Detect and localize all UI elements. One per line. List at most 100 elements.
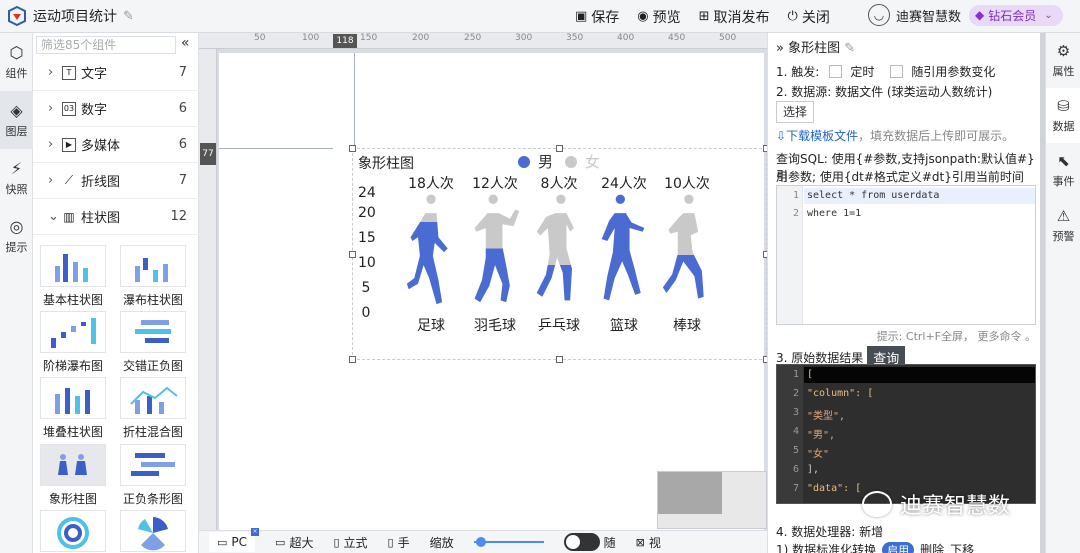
collapse-panel-icon[interactable]: « — [181, 35, 190, 51]
text-icon: T — [62, 65, 76, 80]
widget-step-waterfall[interactable] — [40, 311, 106, 353]
pictorial-bar[interactable] — [405, 194, 457, 314]
sql-help-line2: 用参数; 使用{dt#格式定义#dt}引用当前时间 — [776, 170, 1024, 184]
widget-bar-line-mix[interactable] — [120, 377, 186, 419]
widget-waterfall-bar[interactable] — [120, 245, 186, 287]
device-xl-tab[interactable]: ▭ 超大 — [275, 534, 313, 551]
device-label: PC — [231, 535, 248, 549]
alarm-icon: ⚠ — [1056, 207, 1071, 225]
zoom-slider-knob[interactable] — [475, 537, 486, 547]
device-stand-tab[interactable]: ▯ 立式 — [333, 534, 367, 551]
rail-label: 属性 — [1052, 65, 1075, 78]
left-rail: ⬡ 组件 ◈ 图层 ⚡ 快照 ◎ 提示 — [0, 33, 33, 553]
pictorial-chart-widget[interactable]: 象形柱图 男 女 24 20 15 10 5 0 18人次 足球 12人次 羽毛球 8人次 乒乓球 24… — [349, 145, 770, 363]
rail-item-properties[interactable]: ⚙ 属性 — [1046, 33, 1080, 88]
number-icon: 03 — [62, 101, 76, 116]
resize-handle[interactable] — [556, 356, 563, 363]
zoom-slider[interactable] — [473, 537, 544, 547]
close-icon[interactable]: × — [251, 528, 260, 536]
ruler-mark: 250 — [464, 33, 482, 43]
category-bar-chart[interactable]: ⌄ ▥ 柱状图 12 — [33, 199, 199, 235]
resize-handle[interactable] — [349, 251, 356, 258]
preview-button[interactable]: ◉ 预览 — [637, 7, 680, 27]
rail-label: 事件 — [1052, 175, 1075, 188]
widget-pos-neg-bar[interactable] — [120, 444, 186, 486]
line-number: 1 — [792, 190, 799, 201]
code-line: select * from userdata — [807, 190, 940, 201]
user-menu[interactable]: ◡ 迪赛智慧数 ◆ 钻石会员 ⌄ — [868, 4, 1063, 26]
zoom-label: 缩放 — [429, 535, 454, 550]
bottom-bar: ▭ PC × ▭ 超大 ▯ 立式 ▯ 手 缩放 随 ⊠ 视 — [199, 528, 767, 553]
phone-icon: ▯ — [387, 535, 394, 549]
select-datasource-button[interactable]: 选择 — [776, 101, 814, 123]
line-number: 2 — [792, 388, 799, 399]
vertical-ruler: 77 — [199, 49, 217, 533]
delete-button[interactable]: 删除 — [920, 541, 944, 553]
pictorial-bar[interactable] — [533, 194, 585, 314]
resize-handle[interactable] — [349, 356, 356, 363]
rail-item-components[interactable]: ⬡ 组件 — [0, 33, 33, 91]
canvas-page[interactable]: 象形柱图 男 女 24 20 15 10 5 0 18人次 足球 12人次 羽毛球 8人次 乒乓球 24… — [219, 53, 770, 531]
pos-neg-thumb-icon — [135, 320, 171, 343]
widget-basic-bar[interactable] — [40, 245, 106, 287]
widget-pictorial-bar[interactable] — [40, 444, 106, 486]
unpublish-button[interactable]: ⊞ 取消发布 — [699, 7, 770, 27]
minimap-viewport[interactable] — [658, 472, 722, 514]
component-search-input[interactable]: 筛选85个组件 — [36, 36, 176, 54]
pictorial-bar[interactable] — [469, 194, 521, 314]
widget-polar-bar[interactable] — [120, 510, 186, 552]
device-hand-tab[interactable]: ▯ 手 — [388, 534, 410, 551]
move-down-button[interactable]: 下移 — [950, 541, 974, 553]
download-label: 下载模板文件 — [786, 129, 859, 143]
edit-title-icon[interactable]: ✎ — [123, 9, 134, 24]
json-line: [ — [807, 369, 814, 380]
design-canvas[interactable]: 50 100 118 150 200 250 300 350 400 450 5… — [199, 33, 770, 533]
rail-item-layers[interactable]: ◈ 图层 — [0, 91, 33, 149]
x-tick-label: 乒乓球 — [538, 318, 580, 334]
wechat-icon — [862, 491, 892, 517]
ruler-marker-vertical: 77 — [200, 143, 216, 165]
category-line-chart[interactable]: › ⟋ 折线图 7 — [33, 163, 199, 199]
basic-bar-thumb-icon — [55, 254, 88, 282]
param-change-checkbox[interactable] — [890, 65, 904, 78]
category-text[interactable]: › T 文字 7 — [33, 55, 199, 91]
rail-item-events[interactable]: ⬉ 事件 — [1046, 143, 1080, 198]
edit-icon[interactable]: ✎ — [844, 41, 855, 56]
expand-icon[interactable]: » — [776, 41, 784, 56]
json-result-viewer[interactable]: 1 2 3 4 5 6 7 [ "column": [ "类型", "男", "… — [776, 364, 1036, 504]
resize-handle[interactable] — [349, 145, 356, 152]
rail-label: 图层 — [5, 125, 28, 138]
rail-item-data[interactable]: ⛁ 数据 — [1046, 88, 1080, 143]
ruler-mark: 500 — [719, 33, 737, 43]
device-pc-tab[interactable]: ▭ PC × — [209, 528, 260, 552]
rail-item-tips[interactable]: ◎ 提示 — [0, 207, 33, 265]
close-button[interactable]: ⏻ 关闭 — [788, 7, 830, 27]
widget-stacked-bar[interactable] — [40, 377, 106, 419]
sql-editor[interactable]: 1 2 select * from userdata where 1=1 — [776, 185, 1036, 325]
close-label: 关闭 — [801, 9, 830, 26]
chart-legend[interactable]: 男 女 — [518, 151, 600, 172]
save-button[interactable]: ▣ 保存 — [575, 7, 619, 27]
timer-checkbox[interactable] — [829, 65, 843, 78]
watermark-text: 迪赛智慧数 — [900, 494, 1011, 519]
follow-toggle[interactable] — [563, 533, 600, 551]
widget-radial-bar[interactable] — [40, 510, 106, 552]
media-icon: ▶ — [62, 137, 76, 152]
category-number[interactable]: › 03 数字 6 — [33, 91, 199, 127]
y-tick-label: 15 — [358, 230, 376, 246]
pictorial-bar[interactable] — [598, 194, 650, 314]
bar-line-thumb-icon — [130, 386, 178, 414]
minimap[interactable] — [657, 471, 767, 529]
rail-item-snapshot[interactable]: ⚡ 快照 — [0, 149, 33, 207]
widget-pos-neg[interactable] — [120, 311, 186, 353]
polar-bar-thumb-icon — [138, 517, 168, 551]
pictorial-bar[interactable] — [661, 194, 713, 314]
enable-toggle[interactable]: 启用 — [882, 541, 915, 553]
view-button[interactable]: ⊠ 视 — [636, 534, 661, 551]
category-media[interactable]: › ▶ 多媒体 6 — [33, 127, 199, 163]
monitor-icon: ▭ — [217, 535, 228, 549]
download-template-link[interactable]: ⇩下载模板文件，填充数据后上传即可展示。 — [776, 127, 1014, 144]
rail-item-alarm[interactable]: ⚠ 预警 — [1046, 198, 1080, 253]
timer-label: 定时 — [850, 65, 875, 79]
category-count: 12 — [170, 209, 187, 224]
